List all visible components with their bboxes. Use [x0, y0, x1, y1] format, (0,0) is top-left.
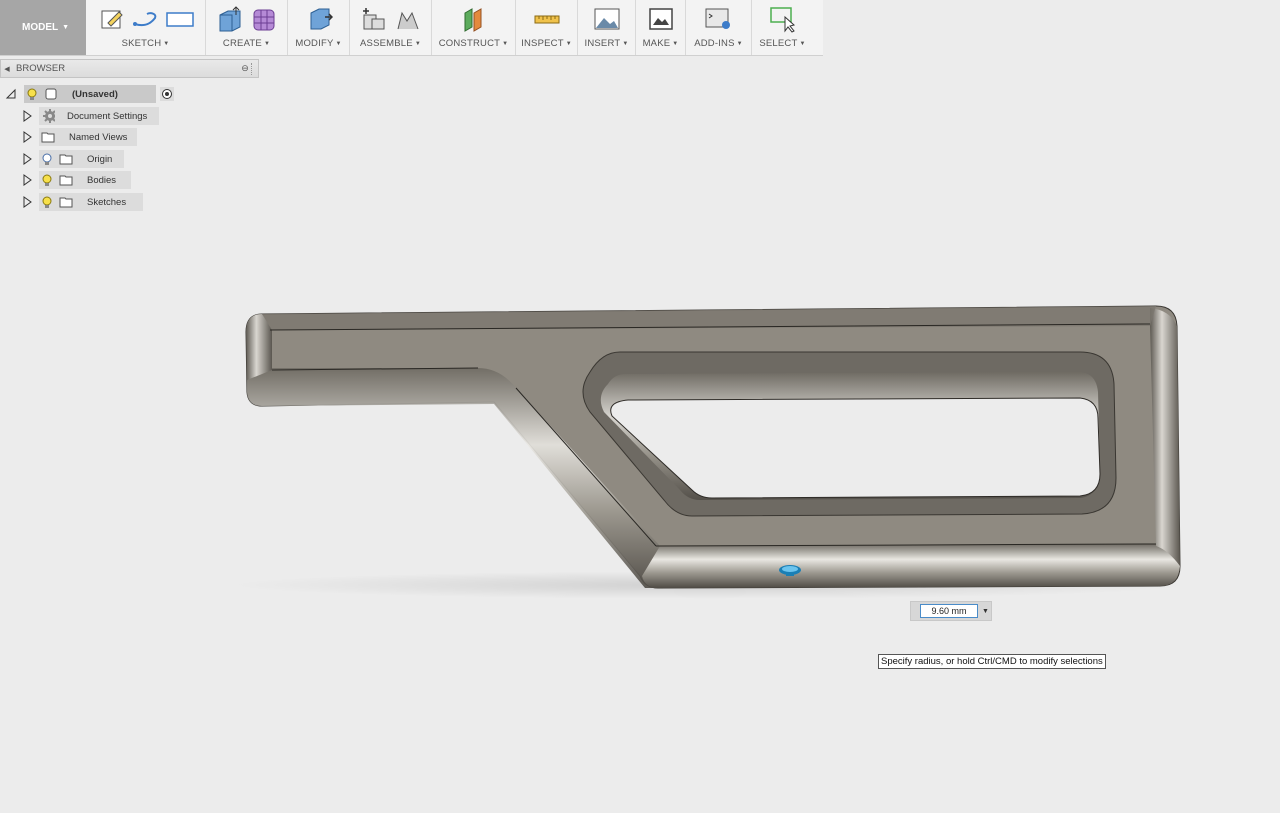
radius-dimension-box: ▼ — [910, 601, 992, 621]
tooltip: Specify radius, or hold Ctrl/CMD to modi… — [878, 654, 1106, 669]
dropdown-arrow-icon[interactable]: ▼ — [982, 608, 989, 615]
part-body[interactable] — [230, 305, 1190, 599]
canvas-viewport[interactable] — [0, 0, 1280, 813]
radius-input[interactable] — [920, 604, 978, 618]
